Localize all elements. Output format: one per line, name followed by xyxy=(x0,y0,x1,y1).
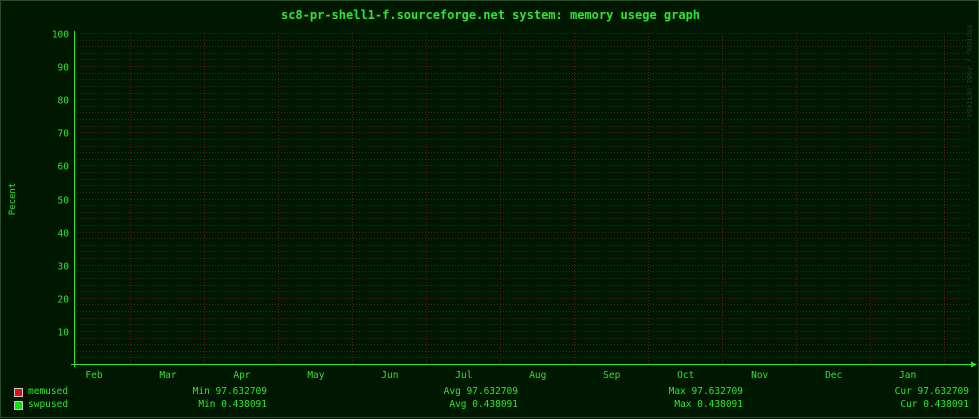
y-tick-label: 80 xyxy=(58,96,70,107)
y-tick-label: 40 xyxy=(58,229,70,240)
legend-avg: Avg 0.438091 xyxy=(449,399,518,410)
x-tick-label: Nov xyxy=(751,370,768,381)
x-tick-label: Apr xyxy=(233,370,250,381)
x-tick-label: May xyxy=(307,370,324,381)
legend-max: Max 97.632709 xyxy=(668,386,743,397)
legend-min: Min 97.632709 xyxy=(192,386,267,397)
plot-area: Feb Mar Apr May Jun Jul Aug Sep Oct Nov Dec Jan 10 20… xyxy=(52,30,977,381)
x-tick-label: Oct xyxy=(677,370,694,381)
y-tick-label: 30 xyxy=(58,262,70,273)
legend-avg: Avg 97.632709 xyxy=(443,386,518,397)
x-tick-label: Jul xyxy=(455,370,472,381)
x-tick-label: Jun xyxy=(381,370,398,381)
legend-name: memused xyxy=(28,386,69,397)
x-tick-label: Feb xyxy=(85,370,102,381)
y-tick-label: 20 xyxy=(58,295,70,306)
y-tick-label: 10 xyxy=(58,328,70,339)
graph-panel: sc8-pr-shell1-f.sourceforge.net system: … xyxy=(0,0,979,418)
y-tick-label: 50 xyxy=(58,196,70,207)
y-tick-label: 70 xyxy=(58,129,70,140)
legend-min: Min 0.438091 xyxy=(198,399,267,410)
y-tick-label: 100 xyxy=(52,30,69,41)
legend-max: Max 0.438091 xyxy=(674,399,743,410)
legend-name: swpused xyxy=(28,399,69,410)
legend-row-memused: memused Min 97.632709 Avg 97.632709 Max … xyxy=(1,386,979,399)
y-tick-label: 90 xyxy=(58,63,70,74)
x-tick-label: Dec xyxy=(825,370,842,381)
x-tick-label: Jan xyxy=(899,370,916,381)
x-axis-arrow xyxy=(971,361,977,368)
y-tick-label: 60 xyxy=(58,162,70,173)
x-tick-label: Mar xyxy=(159,370,176,381)
swpused-swatch xyxy=(14,401,23,410)
x-tick-label: Sep xyxy=(603,370,620,381)
legend-row-swpused: swpused Min 0.438091 Avg 0.438091 Max 0.… xyxy=(1,399,979,412)
x-tick-label: Aug xyxy=(529,370,546,381)
legend-cur: Cur 97.632709 xyxy=(894,386,969,397)
memused-swatch xyxy=(14,388,23,397)
legend-cur: Cur 0.438091 xyxy=(900,399,969,410)
